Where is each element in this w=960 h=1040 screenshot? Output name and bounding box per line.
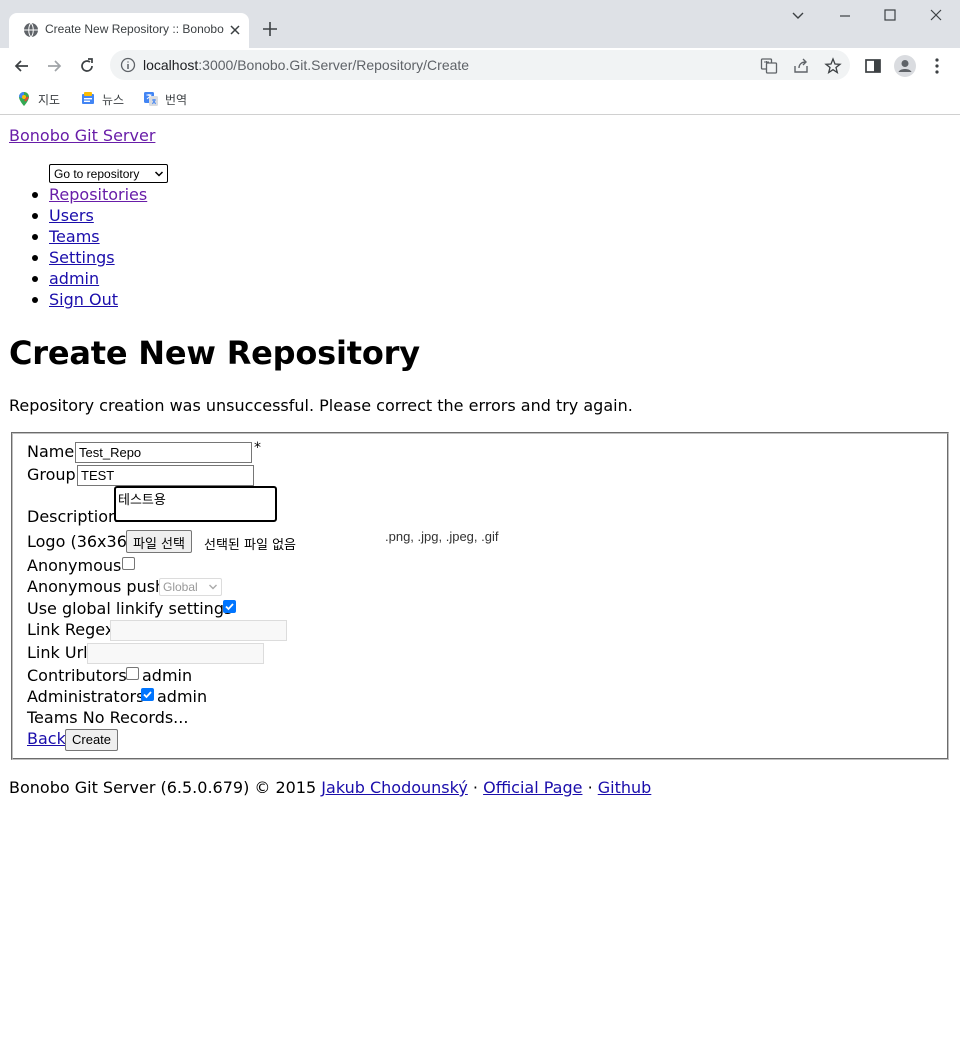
linkify-label: Use global linkify settings (27, 599, 233, 618)
file-status: 선택된 파일 없음 (204, 538, 296, 553)
browser-tab[interactable]: Create New Repository :: Bonobo Git Serv… (9, 13, 249, 48)
linkify-checkbox[interactable] (223, 600, 236, 613)
nav-link-settings[interactable]: Settings (49, 248, 115, 267)
checkmark-icon (143, 691, 152, 699)
nav-item-admin: admin (0, 268, 147, 289)
chevron-down-icon (209, 584, 217, 590)
name-label: Name (27, 442, 75, 461)
bookmark-label: 번역 (165, 92, 188, 107)
minimize-icon[interactable] (835, 6, 855, 26)
link-regex-label: Link Regex (27, 620, 115, 639)
footer: Bonobo Git Server (6.5.0.679) © 2015 Jak… (9, 778, 651, 797)
description-textarea[interactable]: 테스트용 (114, 486, 277, 522)
translate-page-icon[interactable] (760, 57, 778, 75)
nav-item-sign-out: Sign Out (0, 289, 147, 310)
contributor-user-label: admin (142, 666, 193, 685)
bookmark-label: 지도 (38, 92, 61, 107)
share-icon[interactable] (792, 57, 810, 75)
main-nav: Repositories Users Teams Settings admin … (0, 184, 147, 310)
window-close-icon[interactable] (926, 6, 946, 26)
tab-title: Create New Repository :: Bonobo Git Serv… (45, 22, 225, 36)
nav-item-settings: Settings (0, 247, 147, 268)
side-panel-icon[interactable] (863, 56, 883, 76)
group-label: Group (27, 465, 76, 484)
chevron-down-icon[interactable] (788, 6, 808, 26)
bookmark-maps[interactable]: 지도 (16, 89, 60, 109)
administrator-user-label: admin (157, 687, 208, 706)
name-input[interactable]: Test_Repo (75, 442, 252, 463)
logo-label: Logo (36x36) (27, 532, 134, 551)
chevron-down-icon (154, 170, 164, 177)
maximize-icon[interactable] (880, 6, 900, 26)
page-title: Create New Repository (9, 334, 420, 372)
footer-text: Bonobo Git Server (6.5.0.679) © 2015 (9, 778, 317, 797)
goto-repository-select[interactable]: Go to repository (49, 164, 168, 183)
back-link[interactable]: Back (27, 729, 66, 748)
nav-link-users[interactable]: Users (49, 206, 94, 225)
bookmark-star-icon[interactable] (824, 57, 842, 75)
page-content: Bonobo Git Server Go to repository Repos… (0, 116, 960, 1040)
browser-toolbar: localhost:3000/Bonobo.Git.Server/Reposit… (0, 48, 960, 84)
contributor-checkbox-admin[interactable] (126, 667, 139, 680)
nav-item-teams: Teams (0, 226, 147, 247)
maps-icon (19, 92, 29, 106)
footer-separator: · (587, 778, 593, 797)
translate-icon (144, 92, 158, 106)
nav-item-repositories: Repositories (0, 184, 147, 205)
bookmarks-bar: 지도 뉴스 번역 (0, 84, 960, 115)
bookmark-news[interactable]: 뉴스 (80, 89, 124, 109)
nav-link-admin[interactable]: admin (49, 269, 99, 288)
create-button[interactable]: Create (65, 729, 119, 751)
anonymous-label: Anonymous (27, 556, 122, 575)
contributors-label: Contributors (27, 666, 127, 685)
globe-icon (24, 22, 38, 38)
description-label: Description (27, 507, 119, 526)
footer-separator: · (472, 778, 478, 797)
administrators-label: Administrators (27, 687, 145, 706)
bookmark-label: 뉴스 (102, 92, 125, 107)
info-icon[interactable] (120, 57, 136, 73)
more-menu-icon[interactable] (927, 56, 947, 76)
official-page-link[interactable]: Official Page (483, 778, 582, 797)
nav-link-teams[interactable]: Teams (49, 227, 100, 246)
choose-file-button[interactable]: 파일 선택 (126, 530, 192, 553)
nav-link-sign-out[interactable]: Sign Out (49, 290, 118, 309)
profile-avatar-icon[interactable] (894, 55, 916, 77)
goto-select-value: Go to repository (54, 166, 140, 181)
link-url-input[interactable] (87, 643, 264, 664)
nav-item-users: Users (0, 205, 147, 226)
validation-summary: Repository creation was unsuccessful. Pl… (9, 396, 633, 415)
group-input[interactable]: TEST (77, 465, 254, 486)
forward-arrow-icon[interactable] (44, 56, 64, 76)
teams-empty-text: No Records... (82, 708, 189, 727)
anonymous-checkbox[interactable] (122, 557, 135, 570)
required-mark: * (254, 440, 261, 456)
anonymous-push-select[interactable]: Global (159, 578, 222, 596)
administrator-checkbox-admin[interactable] (141, 688, 154, 701)
anonymous-push-value: Global (163, 580, 198, 594)
url-text: localhost:3000/Bonobo.Git.Server/Reposit… (143, 57, 470, 73)
github-link[interactable]: Github (598, 778, 652, 797)
link-regex-input[interactable] (110, 620, 287, 641)
author-link[interactable]: Jakub Chodounský (321, 778, 468, 797)
bookmark-translate[interactable]: 번역 (143, 89, 187, 109)
nav-link-repositories[interactable]: Repositories (49, 185, 147, 204)
reload-icon[interactable] (77, 56, 97, 76)
close-icon[interactable] (227, 22, 243, 38)
create-repository-form: Name Test_Repo * Group TEST Description … (11, 432, 949, 760)
browser-titlebar: Create New Repository :: Bonobo Git Serv… (0, 0, 960, 48)
link-url-label: Link Url (27, 643, 88, 662)
logo-format-hint: .png, .jpg, .jpeg, .gif (385, 529, 499, 544)
teams-label: Teams No Records... (27, 708, 189, 727)
back-arrow-icon[interactable] (12, 56, 32, 76)
anonymous-push-label: Anonymous push (27, 577, 166, 596)
brand-link[interactable]: Bonobo Git Server (9, 126, 155, 145)
checkmark-icon (225, 603, 234, 611)
new-tab-icon[interactable] (261, 20, 279, 38)
news-icon (82, 92, 94, 104)
address-bar[interactable]: localhost:3000/Bonobo.Git.Server/Reposit… (110, 50, 850, 80)
